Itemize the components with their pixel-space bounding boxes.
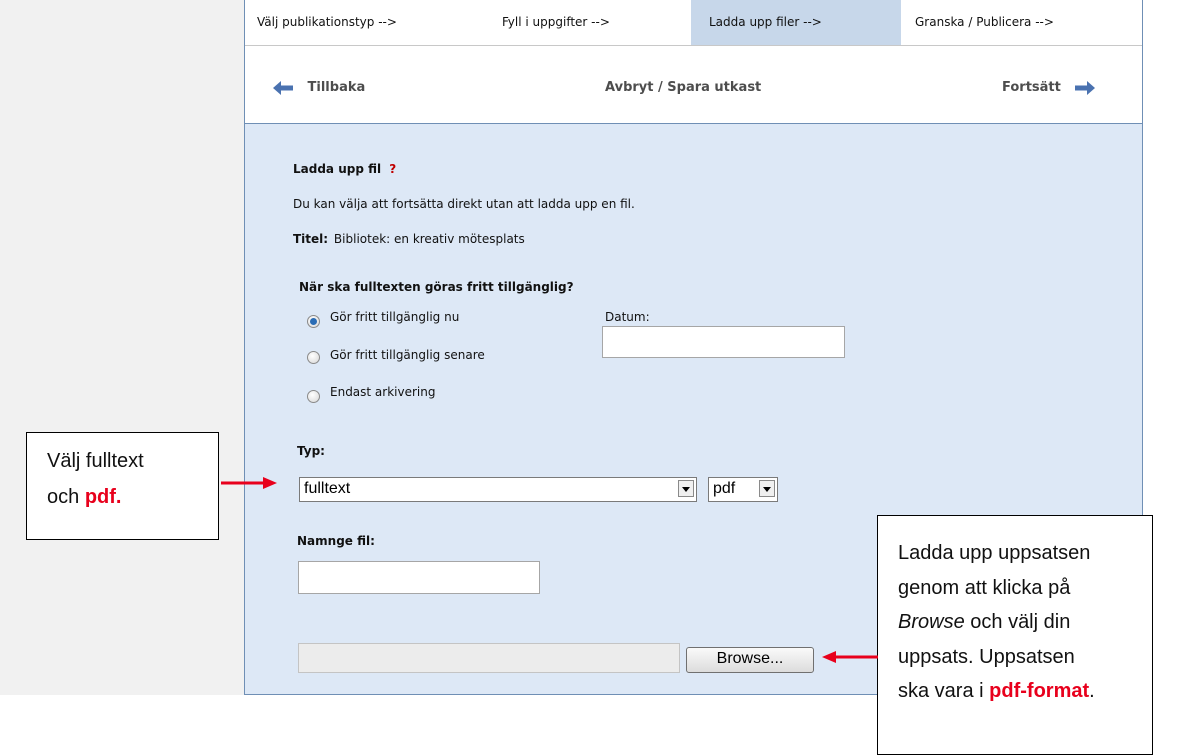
chevron-down-icon [759, 480, 775, 497]
chevron-down-icon [678, 480, 694, 497]
callout-line: uppsats. Uppsatsen [898, 645, 1075, 668]
filename-input[interactable] [298, 561, 540, 594]
filename-label: Namnge fil: [297, 534, 375, 548]
callout-arrow-right-icon [221, 477, 277, 489]
tab-review-publish[interactable]: Granska / Publicera --> [901, 0, 1142, 45]
radio-available-later[interactable] [307, 351, 320, 364]
callout-line: och pdf. [47, 486, 122, 508]
format-select[interactable]: pdf [708, 477, 778, 502]
title-value: Bibliotek: en kreativ mötesplats [333, 232, 525, 246]
radio-archive-only[interactable] [307, 390, 320, 403]
arrow-right-icon [1075, 80, 1096, 95]
callout-line: Ladda upp uppsatsen [898, 542, 1091, 564]
tab-choose-publication-type[interactable]: Välj publikationstyp --> [245, 0, 490, 45]
callout-arrow-left-icon [822, 651, 878, 663]
radio-available-now-label: Gör fritt tillgänglig nu [330, 310, 460, 324]
back-label: Tillbaka [307, 80, 366, 95]
type-select[interactable]: fulltext [299, 477, 697, 502]
callout-line: Välj fulltext [47, 450, 144, 472]
browse-button[interactable]: Browse... [686, 647, 814, 673]
wizard-steps: Välj publikationstyp --> Fyll i uppgifte… [245, 0, 1142, 46]
radio-available-now[interactable] [307, 315, 320, 328]
callout-upload-instructions: Ladda upp uppsatsen genom att klicka på … [877, 515, 1153, 755]
cancel-save-draft-link[interactable]: Avbryt / Spara utkast [605, 46, 761, 124]
cancel-save-draft-label: Avbryt / Spara utkast [605, 80, 762, 95]
file-path-field[interactable] [298, 643, 680, 673]
radio-archive-only-label: Endast arkivering [330, 385, 436, 399]
upload-heading: Ladda upp fil [293, 162, 382, 176]
left-pane [0, 0, 244, 695]
continue-label: Fortsätt [1002, 80, 1061, 95]
upload-info: Du kan välja att fortsätta direkt utan a… [293, 197, 635, 211]
date-input[interactable] [602, 326, 845, 358]
tab-fill-details[interactable]: Fyll i uppgifter --> [490, 0, 691, 45]
back-link[interactable]: Tillbaka [273, 46, 365, 124]
callout-line: ska vara i pdf-format. [898, 680, 1095, 703]
arrow-left-icon [273, 80, 293, 95]
wizard-nav: Tillbaka Avbryt / Spara utkast Fortsätt [245, 46, 1142, 124]
help-icon[interactable]: ? [389, 162, 396, 176]
continue-link[interactable]: Fortsätt [1002, 46, 1096, 124]
title-label: Titel: [293, 232, 329, 246]
callout-line: Browse och välj din [898, 611, 1071, 634]
date-label: Datum: [605, 310, 650, 324]
format-select-value: pdf [713, 480, 736, 497]
type-label: Typ: [297, 444, 325, 458]
tab-upload-files[interactable]: Ladda upp filer --> [691, 0, 901, 45]
callout-choose-fulltext: Välj fulltext och pdf. [26, 432, 219, 540]
type-select-value: fulltext [304, 480, 351, 497]
radio-available-later-label: Gör fritt tillgänglig senare [330, 348, 485, 362]
callout-line: genom att klicka på [898, 576, 1071, 599]
access-question: När ska fulltexten göras fritt tillgängl… [299, 280, 574, 294]
